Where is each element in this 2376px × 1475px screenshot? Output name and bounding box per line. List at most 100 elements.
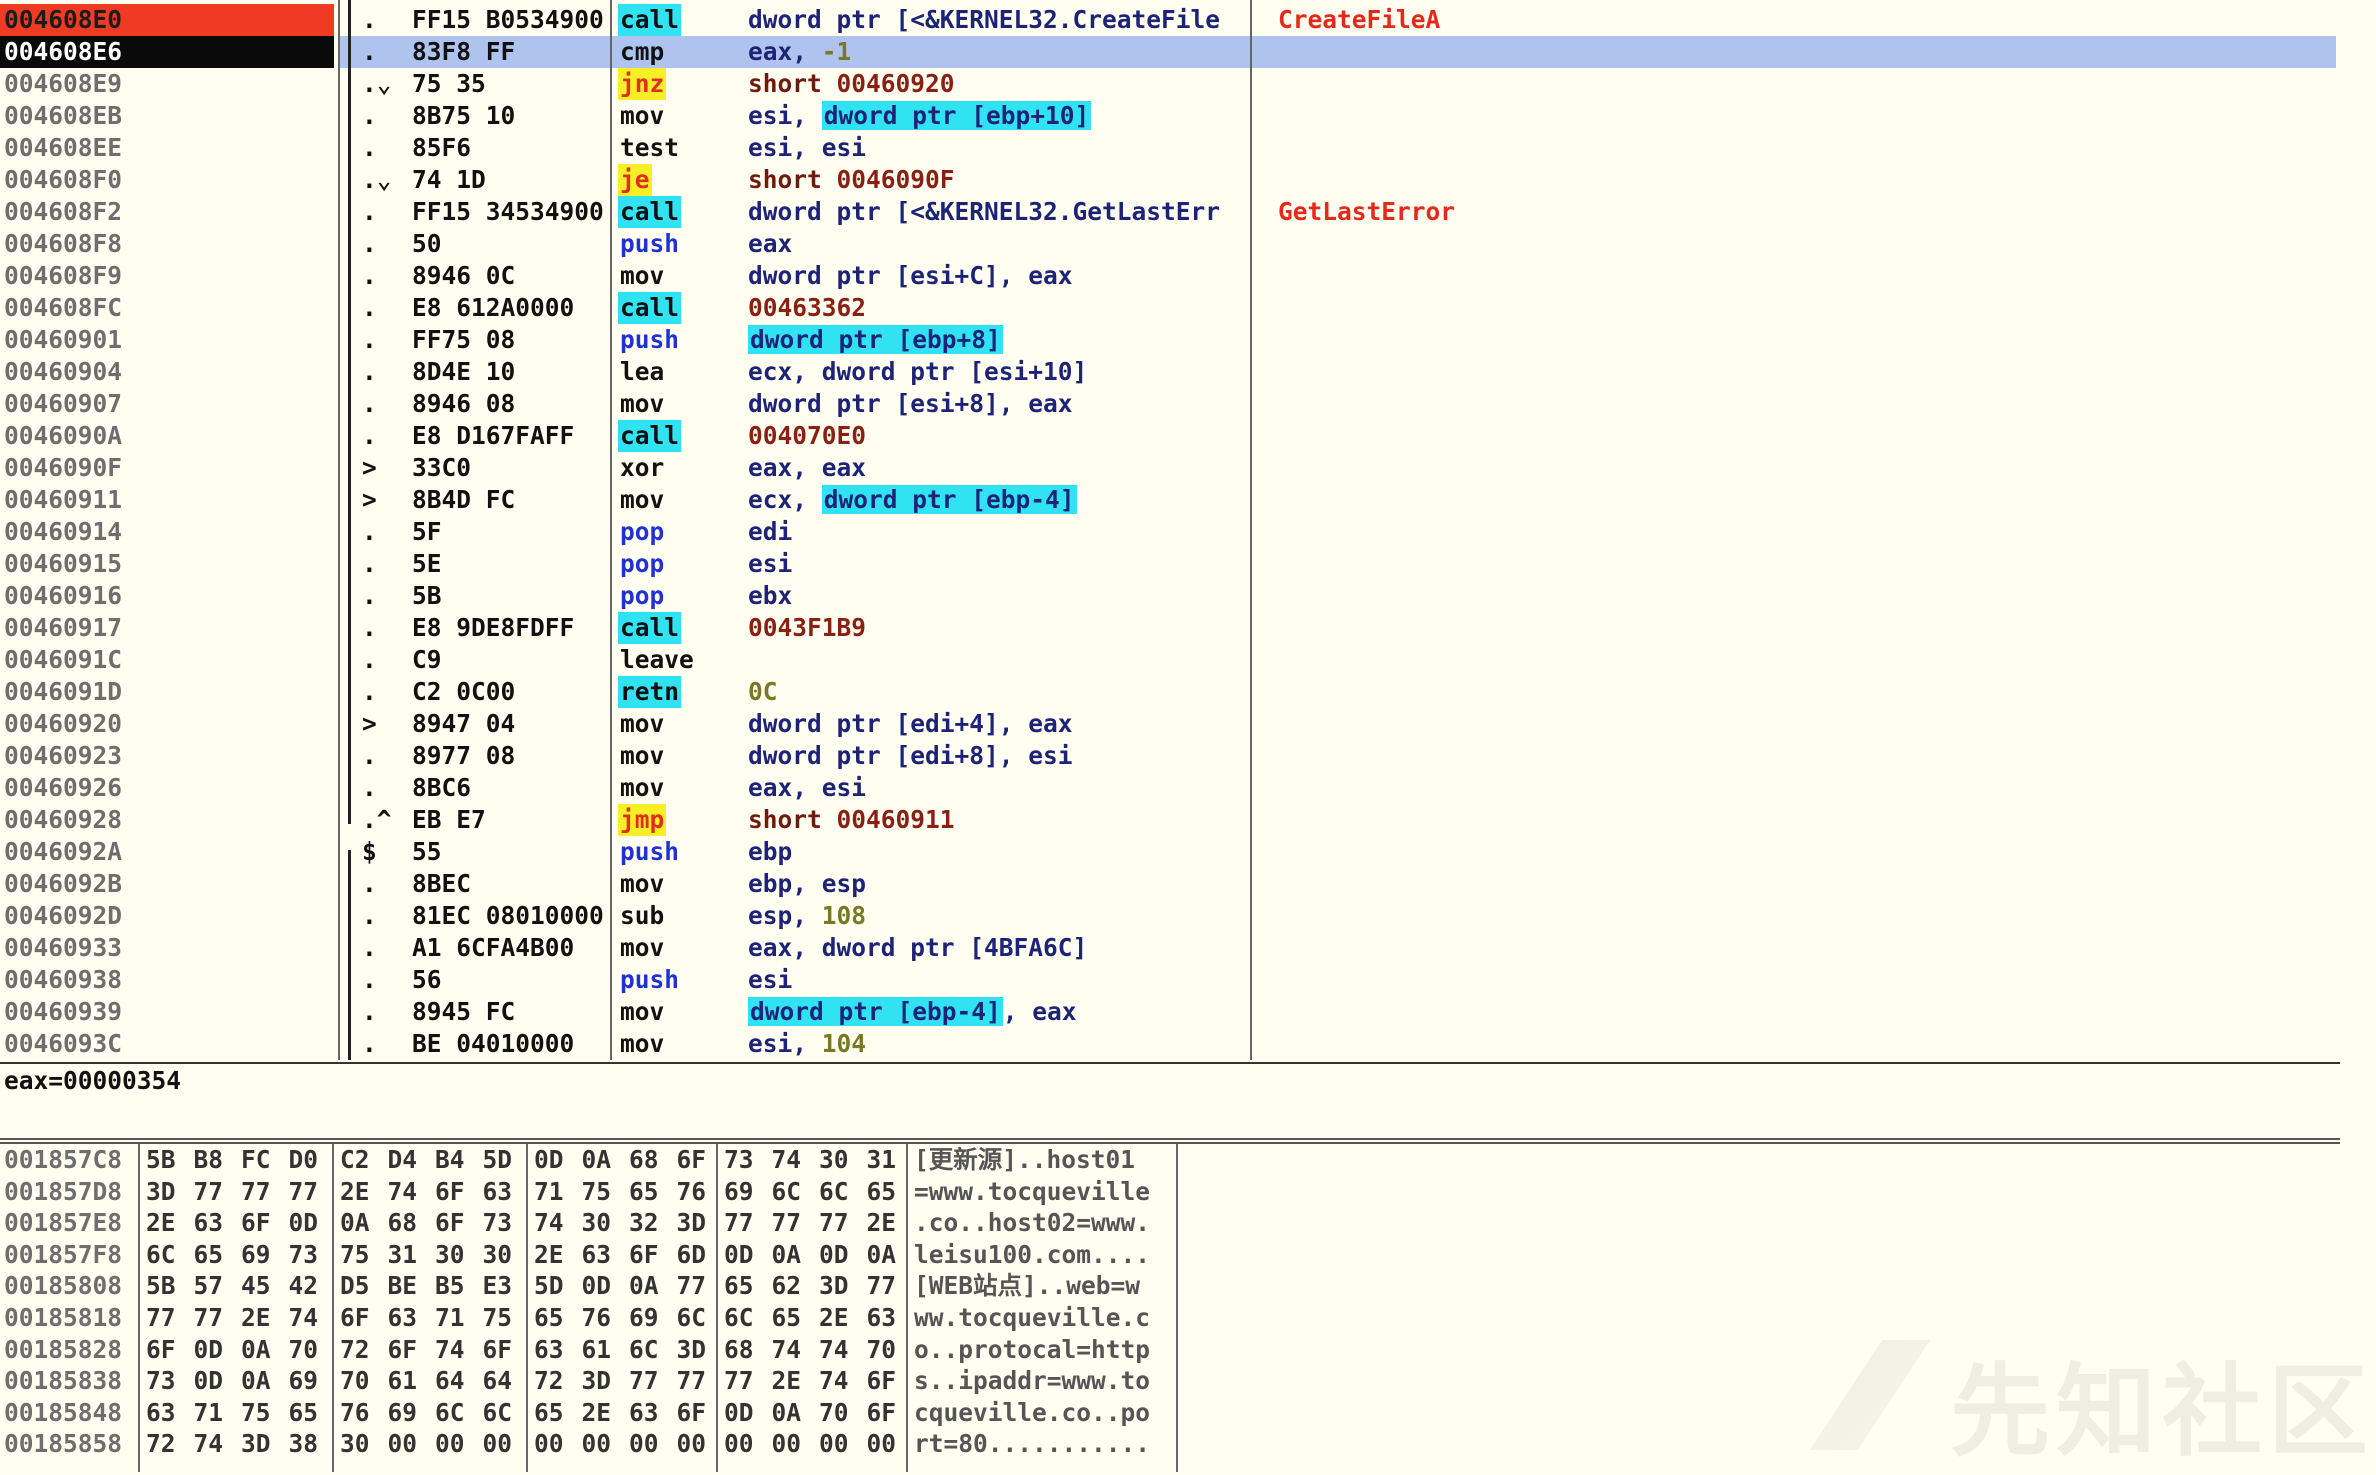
disasm-row[interactable]: 00460915. 5E pop esi xyxy=(0,548,2340,580)
disasm-row[interactable]: 004608EB. 8B75 10 mov esi, dword ptr [ebp+1… xyxy=(0,100,2340,132)
disasm-hex-bytes: E8 D167FAFF xyxy=(412,421,575,450)
dump-byte: 30 xyxy=(482,1239,513,1269)
dump-row[interactable]: 001857C8 5B B8 FC D0 C2 D4 B4 5D 0D 0A 68 6F 73 74 30 31… xyxy=(0,1144,1200,1176)
dump-row[interactable]: 001857E8 2E 63 6F 0D 0A 68 6F 73 74 30 32 3D 77 77 77 2E… xyxy=(0,1207,1200,1239)
disasm-row[interactable]: 0046092A $55 push ebp xyxy=(0,836,2340,868)
disasm-row[interactable]: 004608E6. 83F8 FF cmp eax, -1 xyxy=(0,36,2340,68)
operand-part: dword ptr [ebp-4] xyxy=(821,485,1077,514)
disassembly-pane[interactable]: 004608E0. FF15 B0534900 call dword ptr [<&K… xyxy=(0,0,2340,1060)
dump-divider-address[interactable] xyxy=(138,1144,140,1472)
disasm-row[interactable]: 00460933. A1 6CFA4B00 mov eax, dword ptr [4… xyxy=(0,932,2340,964)
jump-marker: > xyxy=(362,709,377,738)
disasm-row[interactable]: 00460939. 8945 FC mov dword ptr [ebp-4], ea… xyxy=(0,996,2340,1028)
dump-byte: 0A xyxy=(771,1239,802,1269)
dump-byte: 0A xyxy=(241,1334,271,1364)
disasm-operands: 00463362 xyxy=(748,292,1250,324)
disasm-row[interactable]: 004608F2. FF15 34534900 call dword ptr [<&K… xyxy=(0,196,2340,228)
disasm-mnemonic: mov xyxy=(620,741,665,770)
disasm-row[interactable]: 0046090F >33C0 xor eax, eax xyxy=(0,452,2340,484)
disasm-row[interactable]: 00460914. 5F pop edi xyxy=(0,516,2340,548)
disasm-row[interactable]: 00460911 >8B4D FC mov ecx, dword ptr [ebp-4… xyxy=(0,484,2340,516)
dump-byte: 6C xyxy=(629,1334,659,1364)
column-divider-hex[interactable] xyxy=(610,0,612,1060)
dump-divider-hex[interactable] xyxy=(906,1144,908,1472)
dump-byte: 63 xyxy=(629,1397,659,1427)
dump-byte: 6F xyxy=(435,1176,465,1206)
dump-row[interactable]: 00185848 63 71 75 65 76 69 6C 6C 65 2E 63 6F 0D 0A 70 6F… xyxy=(0,1397,1200,1429)
disasm-row[interactable]: 004608EE. 85F6 test esi, esi xyxy=(0,132,2340,164)
disasm-row[interactable]: 004608F8. 50 push eax xyxy=(0,228,2340,260)
dump-byte: 31 xyxy=(387,1239,418,1269)
dump-byte: 6F xyxy=(629,1239,659,1269)
disasm-hex-bytes: 5E xyxy=(412,549,442,578)
operand-part: esp, xyxy=(748,901,822,930)
disasm-row[interactable]: 00460928 .^ EB E7 jmp short 00460911 xyxy=(0,804,2340,836)
disasm-address: 004608E6 xyxy=(0,36,334,68)
dump-divider-group3 xyxy=(716,1144,718,1472)
dump-byte: 65 xyxy=(534,1397,564,1427)
disasm-operands: ebp, esp xyxy=(748,868,1250,900)
disasm-row[interactable]: 0046093C. BE 04010000 mov esi, 104 xyxy=(0,1028,2340,1060)
disasm-address: 0046092D xyxy=(4,901,123,930)
dump-divider-ascii[interactable] xyxy=(1176,1144,1178,1472)
dump-row[interactable]: 00185818 77 77 2E 74 6F 63 71 75 65 76 69 6C 6C 65 2E 63… xyxy=(0,1302,1200,1334)
dump-row[interactable]: 00185808 5B 57 45 42 D5 BE B5 E3 5D 0D 0A 77 65 62 3D 77… xyxy=(0,1270,1200,1302)
jump-marker: . xyxy=(362,581,377,610)
dump-row[interactable]: 00185838 73 0D 0A 69 70 61 64 64 72 3D 77 77 77 2E 74 6F… xyxy=(0,1365,1200,1397)
disasm-row[interactable]: 00460917. E8 9DE8FDFF call 0043F1B9 xyxy=(0,612,2340,644)
dump-byte: 74 xyxy=(819,1366,849,1396)
disasm-mnemonic: mov xyxy=(620,261,665,290)
disasm-row[interactable]: 004608FC. E8 612A0000 call 00463362 xyxy=(0,292,2340,324)
disasm-row[interactable]: 0046092D. 81EC 08010000 sub esp, 108 xyxy=(0,900,2340,932)
dump-byte: BE xyxy=(387,1271,418,1301)
disasm-row[interactable]: 00460920 >8947 04 mov dword ptr [edi+4], ea… xyxy=(0,708,2340,740)
disasm-mnemonic: push xyxy=(620,965,680,994)
dump-row[interactable]: 001857D8 3D 77 77 77 2E 74 6F 63 71 75 65 76 69 6C 6C 65… xyxy=(0,1176,1200,1208)
disasm-row[interactable]: 004608E0. FF15 B0534900 call dword ptr [<&K… xyxy=(0,4,2340,36)
disasm-row[interactable]: 00460916. 5B pop ebx xyxy=(0,580,2340,612)
dump-row[interactable]: 00185858 72 74 3D 38 30 00 00 00 00 00 00 00 00 00 00 00… xyxy=(0,1428,1200,1460)
disasm-row[interactable]: 004608F9. 8946 0C mov dword ptr [esi+C], ea… xyxy=(0,260,2340,292)
operand-part: esi, xyxy=(748,1029,822,1058)
disasm-row[interactable]: 004608F0 .⌄ 74 1D je short 0046090F xyxy=(0,164,2340,196)
disasm-row[interactable]: 0046090A. E8 D167FAFF call 004070E0 xyxy=(0,420,2340,452)
disasm-row[interactable]: 00460923. 8977 08 mov dword ptr [edi+8], es… xyxy=(0,740,2340,772)
disasm-row[interactable]: 00460901. FF75 08 push dword ptr [ebp+8] xyxy=(0,324,2340,356)
dump-byte: 6D xyxy=(676,1239,707,1269)
disasm-hex-bytes: 74 1D xyxy=(412,165,486,194)
column-divider-address[interactable] xyxy=(338,0,340,1060)
disasm-row[interactable]: 0046091C. C9 leave xyxy=(0,644,2340,676)
dump-byte: 65 xyxy=(534,1303,564,1332)
dump-byte: 65 xyxy=(724,1271,754,1301)
disasm-address: 00460907 xyxy=(4,389,123,418)
jump-marker: > xyxy=(362,485,377,514)
dump-ascii: [WEB站点]..web=w xyxy=(914,1271,1141,1301)
dump-byte: 75 xyxy=(482,1303,513,1332)
dump-byte: 2E xyxy=(146,1208,176,1238)
disasm-row[interactable]: 004608E9 .⌄ 75 35 jnz short 00460920 xyxy=(0,68,2340,100)
disasm-operands: esi, dword ptr [ebp+10] xyxy=(748,100,1250,132)
dump-address: 00185818 xyxy=(4,1303,123,1332)
disasm-hex-bytes: 55 xyxy=(412,837,442,866)
operand-part: esi xyxy=(748,549,793,578)
disasm-operands: dword ptr [<&KERNEL32.GetLastErr xyxy=(748,196,1250,228)
dump-byte: 73 xyxy=(482,1208,513,1238)
dump-ascii: s..ipaddr=www.to xyxy=(914,1366,1151,1396)
disasm-row[interactable]: 0046092B. 8BEC mov ebp, esp xyxy=(0,868,2340,900)
dump-byte: 6F xyxy=(146,1334,176,1364)
dump-byte: 00 xyxy=(534,1429,564,1459)
disasm-row[interactable]: 00460926. 8BC6 mov eax, esi xyxy=(0,772,2340,804)
dump-byte: 77 xyxy=(724,1366,754,1396)
disasm-operands: short 00460911 xyxy=(748,804,1250,836)
disasm-address: 00460901 xyxy=(4,325,123,354)
dump-row[interactable]: 00185828 6F 0D 0A 70 72 6F 74 6F 63 61 6C 3D 68 74 74 70… xyxy=(0,1334,1200,1366)
disasm-row[interactable]: 00460938. 56 push esi xyxy=(0,964,2340,996)
column-divider-disasm[interactable] xyxy=(1250,0,1252,1060)
dump-row[interactable]: 001857F8 6C 65 69 73 75 31 30 30 2E 63 6F 6D 0D 0A 0D 0A… xyxy=(0,1239,1200,1271)
disasm-hex-bytes: 75 35 xyxy=(412,69,486,98)
disasm-row[interactable]: 0046091D. C2 0C00 retn 0C xyxy=(0,676,2340,708)
dump-byte: 6C xyxy=(435,1397,465,1427)
operand-part: short xyxy=(748,69,837,98)
disasm-row[interactable]: 00460907. 8946 08 mov dword ptr [esi+8], ea… xyxy=(0,388,2340,420)
disasm-row[interactable]: 00460904. 8D4E 10 lea ecx, dword ptr [esi+1… xyxy=(0,356,2340,388)
